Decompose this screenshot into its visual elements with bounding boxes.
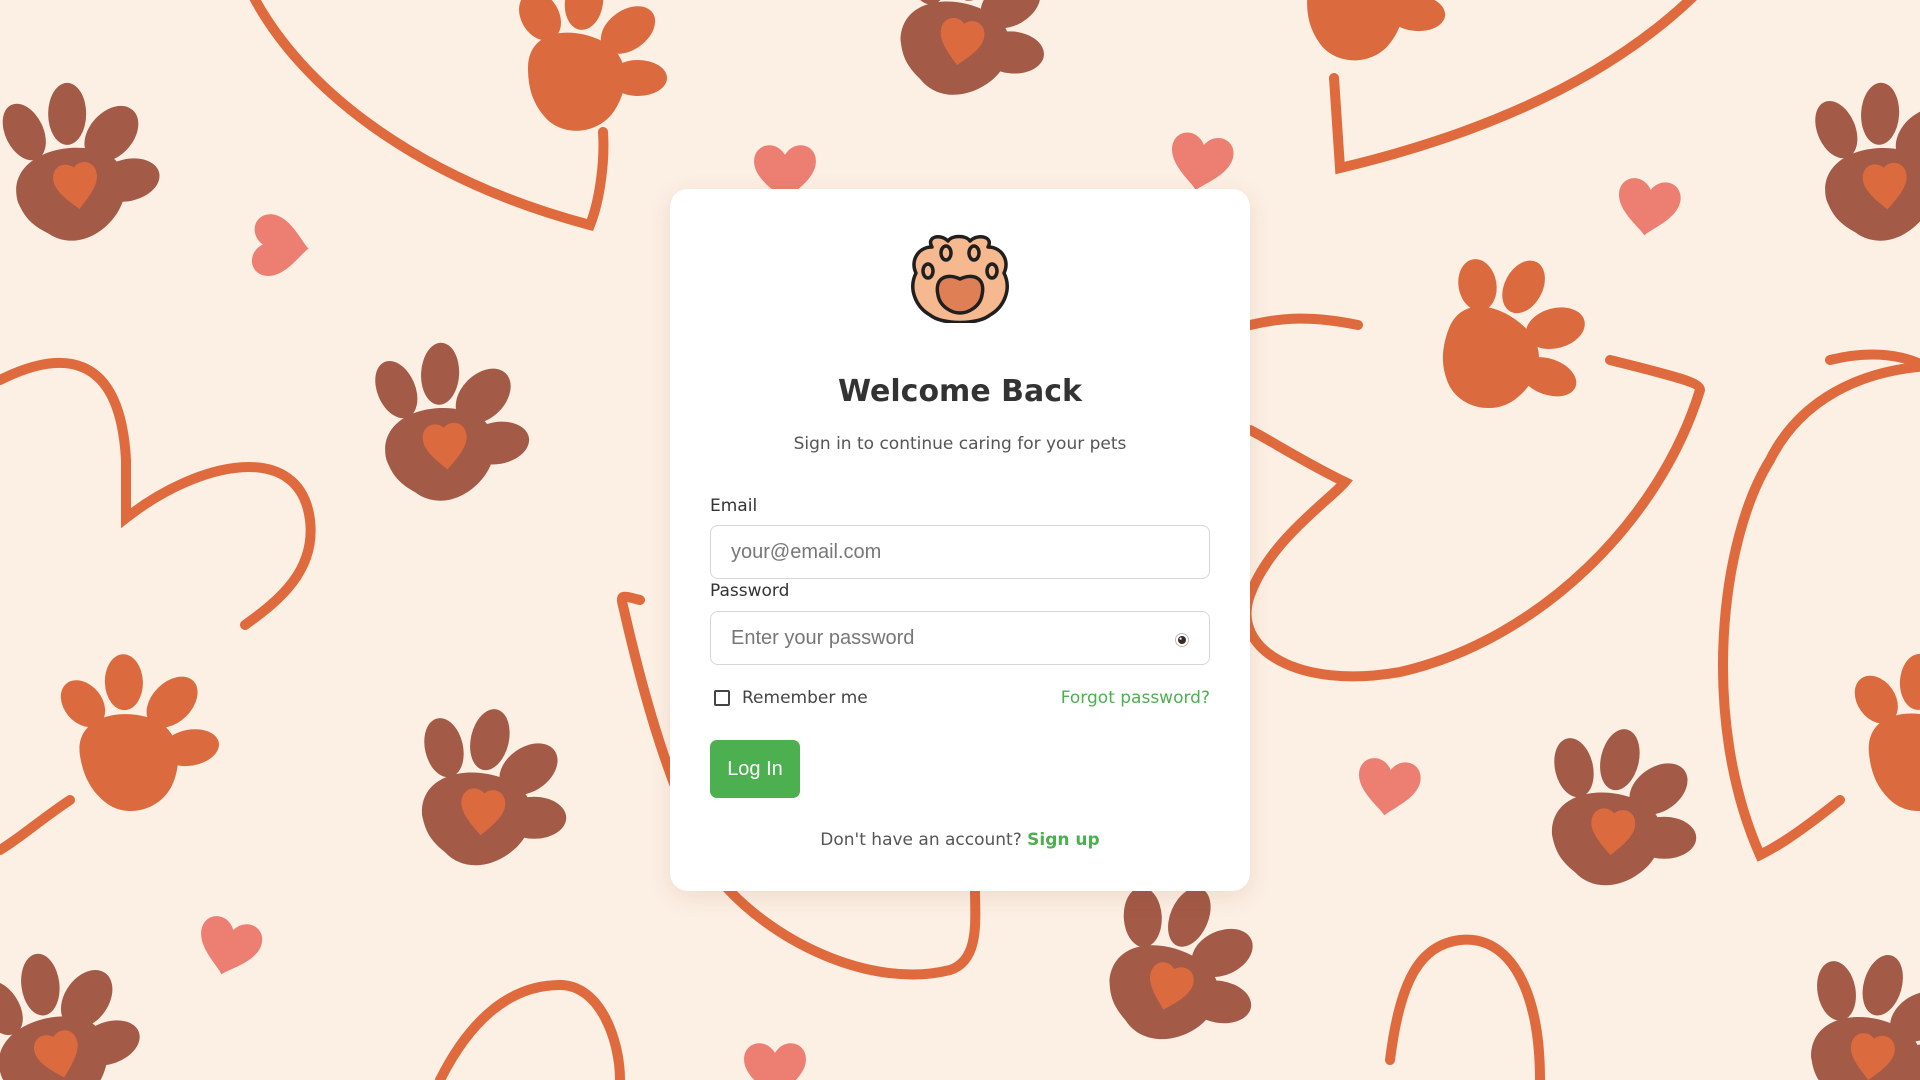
password-field-container	[710, 611, 1210, 665]
remember-checkbox[interactable]	[714, 690, 730, 706]
email-field-container	[710, 525, 1210, 579]
signup-link[interactable]: Sign up	[1027, 830, 1100, 850]
login-button[interactable]: Log In	[710, 740, 800, 798]
login-card: Welcome Back Sign in to continue caring …	[670, 189, 1250, 891]
paw-print-icon	[911, 234, 1009, 323]
signup-prompt: Don't have an account? Sign up	[670, 830, 1250, 850]
forgot-password-link[interactable]: Forgot password?	[1061, 688, 1210, 708]
signup-prompt-text: Don't have an account?	[820, 830, 1022, 850]
password-label: Password	[710, 581, 790, 601]
remember-me[interactable]: Remember me	[714, 688, 868, 708]
eye-icon[interactable]	[1175, 633, 1189, 647]
remember-label: Remember me	[742, 688, 868, 708]
email-field[interactable]	[711, 526, 1191, 578]
email-label: Email	[710, 496, 758, 516]
password-field[interactable]	[711, 612, 1191, 664]
page-subtitle: Sign in to continue caring for your pets	[793, 434, 1127, 454]
page-title: Welcome Back	[838, 374, 1082, 409]
